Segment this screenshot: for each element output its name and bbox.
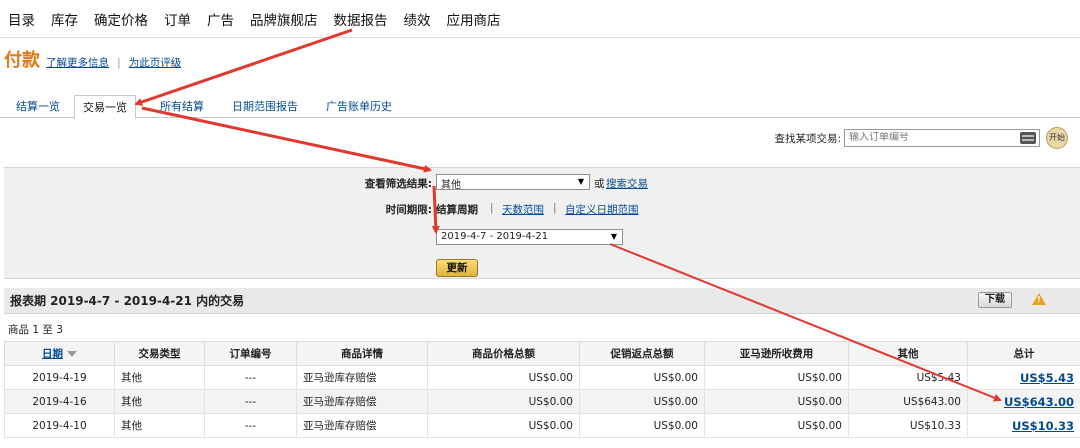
period-select[interactable]: 2019-4-7 - 2019-4-21 ▼	[436, 229, 623, 245]
tab-transaction-view[interactable]: 交易一览	[74, 95, 136, 119]
column-header-amazon-fees: 亚马逊所收费用	[704, 341, 849, 366]
cell-type: 其他	[114, 389, 205, 414]
cell-date: 2019-4-16	[4, 389, 115, 414]
cell-order: ---	[204, 413, 297, 438]
keyboard-icon[interactable]	[1020, 132, 1036, 144]
days-range-link[interactable]: 天数范围	[502, 202, 544, 217]
or-text: 或	[594, 178, 605, 190]
cell-fees: US$0.00	[704, 413, 849, 438]
cell-order: ---	[204, 389, 297, 414]
cell-detail: 亚马逊库存赔偿	[296, 365, 428, 390]
column-header-total: 总计	[967, 341, 1080, 366]
cell-promo: US$0.00	[579, 365, 705, 390]
cell-fees: US$0.00	[704, 365, 849, 390]
custom-range-link[interactable]: 自定义日期范围	[565, 202, 639, 217]
nav-item-brand-store[interactable]: 品牌旗舰店	[250, 9, 318, 29]
download-button[interactable]: 下载	[978, 292, 1012, 308]
cell-fees: US$0.00	[704, 389, 849, 414]
table-row: 2019-4-10 其他 --- 亚马逊库存赔偿 US$0.00 US$0.00…	[4, 413, 1080, 438]
cell-detail: 亚马逊库存赔偿	[296, 389, 428, 414]
cell-detail: 亚马逊库存赔偿	[296, 413, 428, 438]
nav-item-advertising[interactable]: 广告	[207, 9, 234, 29]
cell-promo: US$0.00	[579, 389, 705, 414]
rate-page-link[interactable]: 为此页评级	[129, 55, 182, 70]
cell-price: US$0.00	[427, 365, 580, 390]
title-divider: |	[117, 56, 121, 69]
warning-icon[interactable]: !	[1032, 293, 1046, 305]
option-separator: |	[490, 202, 494, 214]
option-separator: |	[553, 202, 557, 214]
payment-tabs: 结算一览 交易一览 所有结算 日期范围报告 广告账单历史	[0, 92, 1080, 119]
page-title: 付款	[4, 50, 40, 71]
tab-statement-view[interactable]: 结算一览	[8, 95, 68, 118]
cell-date: 2019-4-19	[4, 365, 115, 390]
period-select-value: 2019-4-7 - 2019-4-21	[441, 231, 549, 242]
table-header-row: 日期 交易类型 订单编号 商品详情 商品价格总额 促销返点总额 亚马逊所收费用 …	[4, 341, 1080, 366]
transaction-search: 查找某项交易: 开始	[774, 127, 1068, 149]
item-count: 商品 1 至 3	[8, 324, 63, 336]
table-row: 2019-4-16 其他 --- 亚马逊库存赔偿 US$0.00 US$0.00…	[4, 389, 1080, 414]
chevron-down-icon: ▼	[577, 177, 584, 186]
total-link[interactable]: US$10.33	[1012, 419, 1074, 433]
title-row: 付款 了解更多信息 | 为此页评级	[4, 46, 181, 72]
cell-order: ---	[204, 365, 297, 390]
nav-item-pricing[interactable]: 确定价格	[94, 9, 148, 29]
top-nav: 目录 库存 确定价格 订单 广告 品牌旗舰店 数据报告 绩效 应用商店	[0, 0, 1080, 38]
report-header: 报表期 2019-4-7 - 2019-4-21 内的交易 下载 !	[4, 288, 1080, 314]
search-field-wrapper	[844, 129, 1040, 147]
column-header-other: 其他	[848, 341, 968, 366]
column-header-detail: 商品详情	[296, 341, 428, 366]
tab-all-statements[interactable]: 所有结算	[152, 95, 212, 118]
update-button[interactable]: 更新	[436, 259, 478, 277]
cell-other: US$643.00	[848, 389, 968, 414]
cell-other: US$5.43	[848, 365, 968, 390]
report-title: 报表期 2019-4-7 - 2019-4-21 内的交易	[10, 294, 245, 308]
cell-type: 其他	[114, 365, 205, 390]
tab-date-range-reports[interactable]: 日期范围报告	[224, 95, 306, 118]
total-link[interactable]: US$5.43	[1020, 371, 1074, 385]
sort-down-icon[interactable]	[67, 351, 77, 357]
cell-price: US$0.00	[427, 413, 580, 438]
column-header-price-total: 商品价格总额	[427, 341, 580, 366]
total-link[interactable]: US$643.00	[1004, 395, 1074, 409]
view-filter-value: 其他	[441, 180, 461, 191]
column-header-order: 订单编号	[204, 341, 297, 366]
filter-panel: 查看筛选结果: 其他 ▼ 或 搜索交易 时间期限: 结算周期 | 天数范围 | …	[4, 167, 1080, 279]
nav-item-inventory[interactable]: 库存	[51, 9, 78, 29]
table-row: 2019-4-19 其他 --- 亚马逊库存赔偿 US$0.00 US$0.00…	[4, 365, 1080, 390]
cell-date: 2019-4-10	[4, 413, 115, 438]
learn-more-link[interactable]: 了解更多信息	[46, 55, 109, 70]
cell-promo: US$0.00	[579, 413, 705, 438]
search-transactions-link[interactable]: 搜索交易	[606, 176, 648, 191]
nav-item-catalog[interactable]: 目录	[8, 9, 35, 29]
column-header-date[interactable]: 日期	[4, 341, 115, 366]
nav-item-orders[interactable]: 订单	[164, 9, 191, 29]
nav-item-performance[interactable]: 绩效	[404, 9, 431, 29]
search-label: 查找某项交易:	[774, 132, 841, 145]
cell-type: 其他	[114, 413, 205, 438]
nav-item-appstore[interactable]: 应用商店	[447, 9, 501, 29]
view-filter-select[interactable]: 其他 ▼	[436, 174, 590, 191]
chevron-down-icon: ▼	[610, 232, 617, 241]
settlement-period-option[interactable]: 结算周期	[436, 202, 478, 217]
view-filter-label: 查看筛选结果:	[364, 178, 432, 190]
cell-other: US$10.33	[848, 413, 968, 438]
tab-ad-billing-history[interactable]: 广告账单历史	[318, 95, 400, 118]
nav-item-reports[interactable]: 数据报告	[334, 9, 388, 29]
search-go-button[interactable]: 开始	[1046, 127, 1068, 149]
period-label: 时间期限:	[385, 204, 432, 216]
transactions-table: 日期 交易类型 订单编号 商品详情 商品价格总额 促销返点总额 亚马逊所收费用 …	[4, 341, 1080, 438]
order-search-input[interactable]	[849, 132, 1019, 143]
cell-price: US$0.00	[427, 389, 580, 414]
column-header-type: 交易类型	[114, 341, 205, 366]
column-header-promo-total: 促销返点总额	[579, 341, 705, 366]
